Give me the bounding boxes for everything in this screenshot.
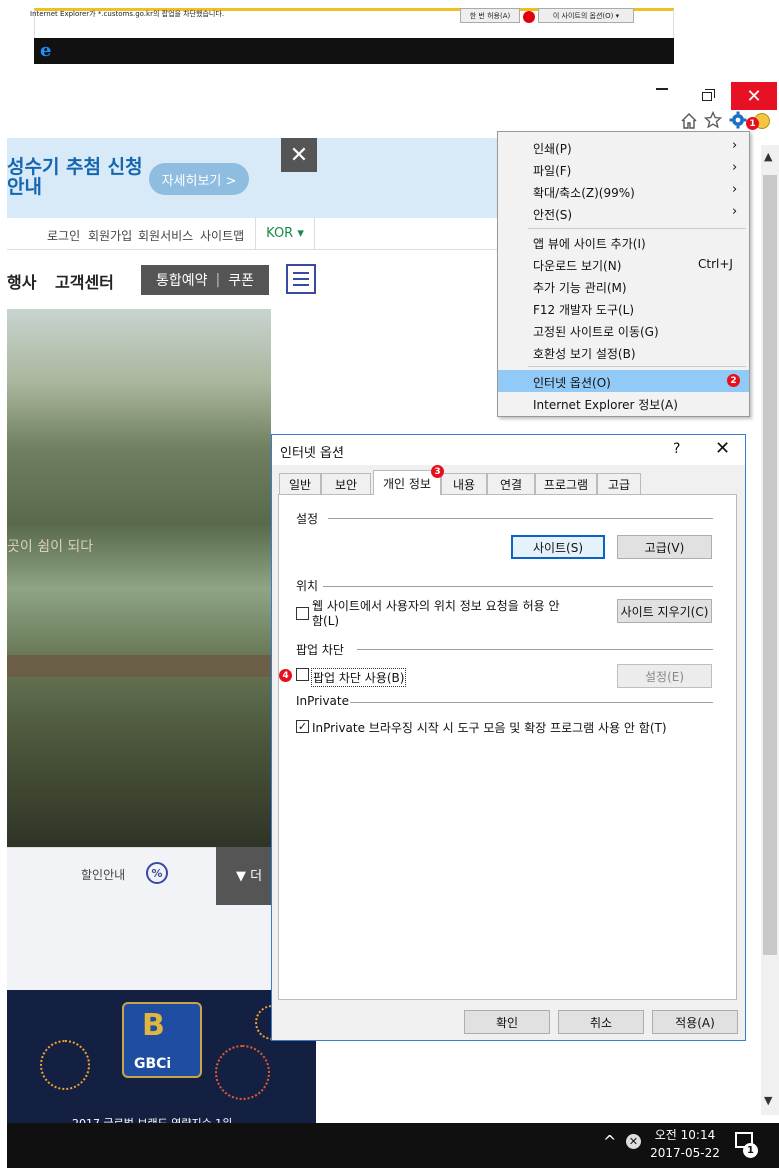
dialog-title: 인터넷 옵션 <box>280 446 344 461</box>
photo-fence <box>7 655 271 677</box>
scrollbar-thumb[interactable] <box>763 175 777 955</box>
step-badge-1: 1 <box>746 117 759 130</box>
popup-blocker-checkbox[interactable] <box>296 668 309 681</box>
gbci-letter: B <box>142 1008 165 1043</box>
nav-divider <box>7 249 527 250</box>
hamburger-menu-icon[interactable] <box>286 264 316 294</box>
banner-text: 성수기 추첨 신청안내 <box>7 156 143 198</box>
more-label: ▼ 더 <box>236 869 263 884</box>
group-divider <box>323 586 713 587</box>
tab-advanced[interactable]: 고급 <box>597 473 641 494</box>
notification-message: Internet Explorer가 *.customs.go.kr의 팝업을 … <box>30 10 225 18</box>
menu-separator <box>528 228 746 229</box>
window-close-button[interactable]: ✕ <box>731 82 777 110</box>
coupon-button[interactable]: 쿠폰 <box>228 270 254 290</box>
menu-item-view-downloads[interactable]: 다운로드 보기(N) Ctrl+J <box>498 253 749 275</box>
menu-item-file[interactable]: 파일(F) › <box>498 158 749 180</box>
popup-blocker-group-label: 팝업 차단 <box>296 643 344 657</box>
site-options-button[interactable]: 이 사이트의 옵션(O) ▾ <box>538 8 634 23</box>
tab-programs[interactable]: 프로그램 <box>535 473 597 494</box>
clock-time: 오전 10:14 <box>654 1128 716 1142</box>
notification-count-badge: 1 <box>743 1143 758 1158</box>
popup-blocker-checkbox-label[interactable]: 팝업 차단 사용(B) <box>311 668 407 687</box>
more-button[interactable]: ▼ 더 <box>216 847 271 905</box>
main-nav-event[interactable]: 행사 <box>7 269 36 293</box>
ie-logo-icon[interactable]: e <box>40 40 51 61</box>
nav-login-link[interactable]: 로그인 <box>47 227 80 244</box>
menu-item-add-to-app-view[interactable]: 앱 뷰에 사이트 추가(I) <box>498 231 749 253</box>
banner-close-button[interactable]: ✕ <box>281 138 317 172</box>
photo-caption: 곳이 쉼이 되다 <box>7 539 94 555</box>
cancel-button[interactable]: 취소 <box>558 1010 644 1034</box>
banner-details-button[interactable]: 자세히보기 > <box>149 163 249 195</box>
discount-label[interactable]: 할인안내 <box>81 866 125 883</box>
nav-member-service-link[interactable]: 회원서비스 <box>138 227 193 244</box>
sites-button[interactable]: 사이트(S) <box>511 535 605 559</box>
menu-item-pinned-sites[interactable]: 고정된 사이트로 이동(G) <box>498 319 749 341</box>
language-select[interactable]: KOR ▾ <box>255 217 315 249</box>
dialog-close-button[interactable]: ✕ <box>715 438 730 459</box>
inprivate-group-label: InPrivate <box>296 694 349 708</box>
group-divider <box>328 518 713 519</box>
minimize-button[interactable] <box>656 88 668 90</box>
hero-photo <box>7 309 271 847</box>
group-divider <box>357 649 713 650</box>
tray-status-icon[interactable]: ✕ <box>626 1134 641 1149</box>
menu-item-manage-addons[interactable]: 추가 기능 관리(M) <box>498 275 749 297</box>
location-checkbox[interactable] <box>296 607 309 620</box>
dialog-help-button[interactable]: ? <box>673 441 680 457</box>
menu-item-dev-tools[interactable]: F12 개발자 도구(L) <box>498 297 749 319</box>
allow-once-button[interactable]: 한 번 허용(A) <box>460 8 520 23</box>
scroll-down-icon[interactable]: ▼ <box>764 1094 772 1107</box>
menu-item-zoom[interactable]: 확대/축소(Z)(99%) › <box>498 180 749 202</box>
inprivate-checkbox[interactable]: ✓ <box>296 720 309 733</box>
location-checkbox-label[interactable]: 웹 사이트에서 사용자의 위치 정보 요청을 허용 안 함(L) <box>312 599 562 629</box>
inprivate-checkbox-label[interactable]: InPrivate 브라우징 시작 시 도구 모음 및 확장 프로그램 사용 안… <box>312 719 667 736</box>
reservation-coupon-bar: 통합예약 | 쿠폰 <box>141 265 269 295</box>
main-nav-customer-center[interactable]: 고객센터 <box>55 269 114 293</box>
privacy-tab-panel <box>278 494 737 1000</box>
tools-gear-icon[interactable] <box>729 111 747 129</box>
advanced-button[interactable]: 고급(V) <box>617 535 712 559</box>
restore-button[interactable] <box>702 92 712 101</box>
tray-chevron-up-icon[interactable]: ^ <box>603 1132 616 1151</box>
menu-item-safety[interactable]: 안전(S) › <box>498 202 749 224</box>
menu-separator <box>528 366 746 367</box>
highlight-dot <box>523 11 535 23</box>
percent-icon[interactable]: % <box>146 862 168 884</box>
tab-general[interactable]: 일반 <box>279 473 321 494</box>
tools-menu: 인쇄(P) › 파일(F) › 확대/축소(Z)(99%) › 안전(S) › 앱 뷰에… <box>497 131 750 417</box>
apply-button[interactable]: 적용(A) <box>652 1010 738 1034</box>
scroll-up-icon[interactable]: ▲ <box>764 150 772 163</box>
home-icon[interactable] <box>680 112 698 130</box>
step-badge-2: 2 <box>727 374 740 387</box>
tab-content[interactable]: 내용 <box>441 473 487 494</box>
firework-graphic <box>40 1040 90 1090</box>
favorites-star-icon[interactable] <box>704 111 722 129</box>
menu-item-compat-view[interactable]: 호환성 보기 설정(B) <box>498 341 749 363</box>
nav-signup-link[interactable]: 회원가입 <box>88 227 132 244</box>
step-badge-4: 4 <box>279 669 292 682</box>
menu-item-print[interactable]: 인쇄(P) › <box>498 136 749 158</box>
popup-settings-button[interactable]: 설정(E) <box>617 664 712 688</box>
location-group-label: 위치 <box>296 579 319 593</box>
settings-group-label: 설정 <box>296 512 319 526</box>
tab-connections[interactable]: 연결 <box>487 473 535 494</box>
taskbar-clock[interactable]: 오전 10:14 2017-05-22 <box>650 1126 720 1162</box>
separator: | <box>215 272 221 288</box>
clock-date: 2017-05-22 <box>650 1146 720 1160</box>
step-badge-3: 3 <box>431 465 444 478</box>
firework-graphic <box>215 1045 270 1100</box>
gbci-name: GBCi <box>134 1056 172 1072</box>
nav-sitemap-link[interactable]: 사이트맵 <box>200 227 244 244</box>
menu-item-internet-options[interactable]: 인터넷 옵션(O) <box>498 370 749 392</box>
ok-button[interactable]: 확인 <box>464 1010 550 1034</box>
menu-item-about-ie[interactable]: Internet Explorer 정보(A) <box>498 392 749 414</box>
group-divider <box>350 702 713 703</box>
ie-taskbar-strip <box>34 38 674 64</box>
clear-sites-button[interactable]: 사이트 지우기(C) <box>617 599 712 623</box>
tab-security[interactable]: 보안 <box>321 473 371 494</box>
reserve-button[interactable]: 통합예약 <box>156 270 208 290</box>
